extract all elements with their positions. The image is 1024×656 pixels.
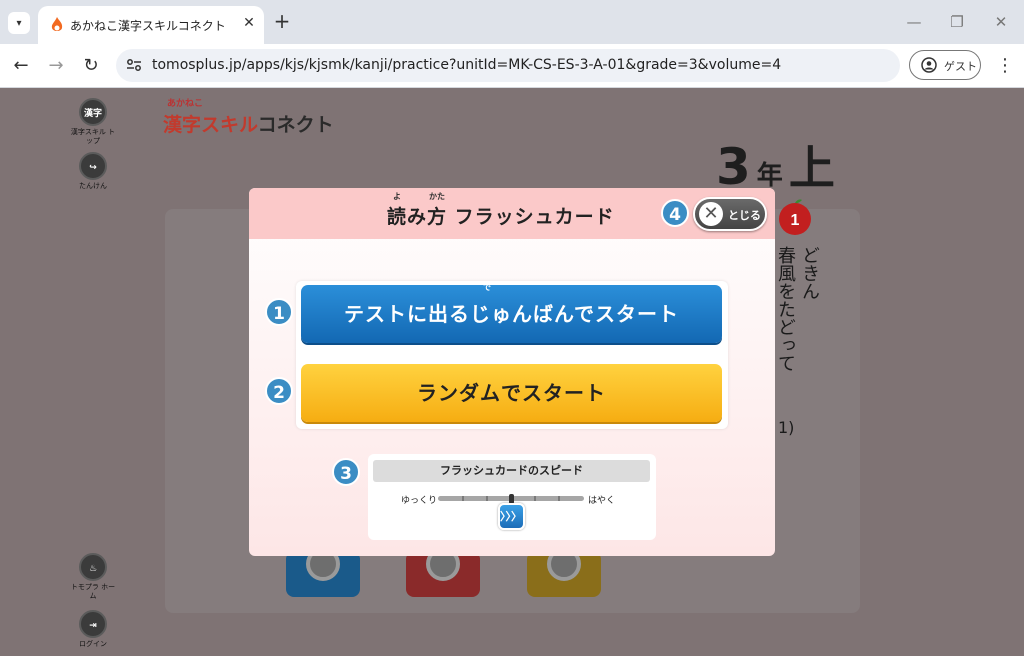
apple-number-icon: 1 — [779, 199, 811, 235]
url-text: tomosplus.jp/apps/kjs/kjsmk/kanji/practi… — [152, 57, 782, 73]
lesson-title-line1: どきん — [799, 246, 820, 300]
sidebar-label: ログイン — [79, 640, 107, 648]
lesson-title-line2: 春風をたどって — [775, 246, 796, 372]
close-window-icon[interactable]: ✕ — [991, 12, 1011, 32]
modal-title-flashcard: フラッシュカード — [447, 206, 615, 228]
speed-slow-label: ゆっくり — [401, 496, 438, 506]
kanji-icon: 漢字 — [79, 98, 107, 126]
minimize-icon[interactable]: — — [904, 12, 924, 32]
bg-red-button — [406, 547, 480, 597]
reload-icon[interactable]: ↻ — [80, 55, 102, 77]
apple-number: 1 — [791, 212, 800, 229]
speed-control: フラッシュカードのスピード ゆっくり はやく 〉〉〉 — [368, 454, 656, 540]
speed-fast-label: はやく — [588, 496, 616, 506]
address-bar[interactable]: tomosplus.jp/apps/kjs/kjsmk/kanji/practi… — [116, 49, 900, 82]
profile-label: ゲスト — [944, 60, 977, 73]
modal-title-yomikata: 読み方 — [387, 206, 448, 228]
ruby-kata: かた — [429, 192, 445, 201]
sidebar-item-tomopla-home[interactable]: ♨ トモプラ ホーム — [70, 553, 116, 601]
profile-button[interactable]: ゲスト — [909, 50, 981, 80]
start-random-label: ランダムでスタート — [417, 381, 606, 405]
browser-tab[interactable]: あかねこ漢字スキルコネクト 光村図 ✕ — [38, 6, 264, 44]
start-in-order-label: テストに出るじゅんばんでスタート — [344, 302, 679, 326]
more-menu-icon[interactable]: ⋮ — [996, 56, 1014, 76]
slider-tick — [558, 496, 560, 501]
sidebar-label: たんけん — [79, 182, 107, 190]
badge-3: 3 — [332, 458, 360, 486]
forward-arrow-icon[interactable]: → — [45, 55, 67, 77]
sidebar-item-tanken[interactable]: ↪ たんけん — [70, 152, 116, 191]
site-settings-icon[interactable] — [126, 58, 142, 72]
flashcard-modal: よ かた 読み方 フラッシュカード 4 ✕ とじる 1 2 3 で テストに出る… — [249, 188, 775, 556]
sidebar-item-login[interactable]: ⇥ ログイン — [70, 610, 116, 649]
sidebar-label: トモプラ ホーム — [70, 583, 116, 600]
speed-title: フラッシュカードのスピード — [373, 460, 650, 482]
sidebar-item-kanji-top[interactable]: 漢字 漢字スキル トップ — [70, 98, 116, 146]
login-icon: ⇥ — [79, 610, 107, 638]
tab-close-button[interactable]: ✕ — [240, 14, 258, 32]
grade-nen: 年 — [756, 161, 783, 191]
return-arrow-icon: ↪ — [79, 152, 107, 180]
slider-tick — [462, 496, 464, 501]
browser-tab-bar: ▾ あかねこ漢字スキルコネクト 光村図 ✕ + — ❐ ✕ — [0, 0, 1024, 44]
bg-yellow-button — [527, 547, 601, 597]
lesson-suffix: 1) — [778, 418, 795, 437]
sidebar-label: 漢字スキル トップ — [70, 128, 116, 145]
tab-search-button[interactable]: ▾ — [8, 12, 30, 34]
browser-toolbar: ← → ↻ tomosplus.jp/apps/kjs/kjsmk/kanji/… — [0, 44, 1024, 88]
ruby-de: で — [483, 283, 492, 292]
restore-icon[interactable]: ❐ — [947, 12, 967, 32]
badge-4: 4 — [661, 199, 689, 227]
logo-kanji-skill: 漢字スキル — [163, 114, 258, 136]
tomopla-flame-icon — [51, 17, 63, 31]
flame-icon: ♨ — [79, 553, 107, 581]
close-button[interactable]: ✕ とじる — [693, 197, 767, 231]
new-tab-button[interactable]: + — [272, 11, 292, 32]
logo-small-text: あかねこ — [167, 99, 204, 109]
modal-header: よ かた 読み方 フラッシュカード 4 ✕ とじる — [249, 188, 775, 239]
app-logo: あかねこ 漢字スキルコネクト — [163, 96, 334, 136]
logo-connect: コネクト — [257, 114, 334, 136]
back-arrow-icon[interactable]: ← — [10, 55, 32, 77]
logo-main-text: 漢字スキルコネクト — [163, 110, 334, 137]
start-random-button[interactable]: ランダムでスタート — [301, 364, 722, 422]
tab-title: あかねこ漢字スキルコネクト 光村図 — [70, 19, 230, 33]
slider-tick — [534, 496, 536, 501]
badge-2: 2 — [265, 377, 293, 405]
profile-icon — [921, 57, 937, 73]
close-icon: ✕ — [699, 202, 723, 226]
grade-volume: 上 — [788, 141, 835, 195]
slider-tick — [486, 496, 488, 501]
start-in-order-button[interactable]: で テストに出るじゅんばんでスタート — [301, 283, 722, 343]
badge-1: 1 — [265, 298, 293, 326]
bg-blue-button — [286, 547, 360, 597]
speed-slider-handle[interactable]: 〉〉〉 — [497, 503, 525, 530]
modal-title: 読み方 フラッシュカード — [387, 202, 615, 229]
start-button-group: で テストに出るじゅんばんでスタート ランダムでスタート — [296, 281, 728, 429]
ruby-yo: よ — [393, 192, 401, 201]
close-label: とじる — [728, 209, 761, 222]
